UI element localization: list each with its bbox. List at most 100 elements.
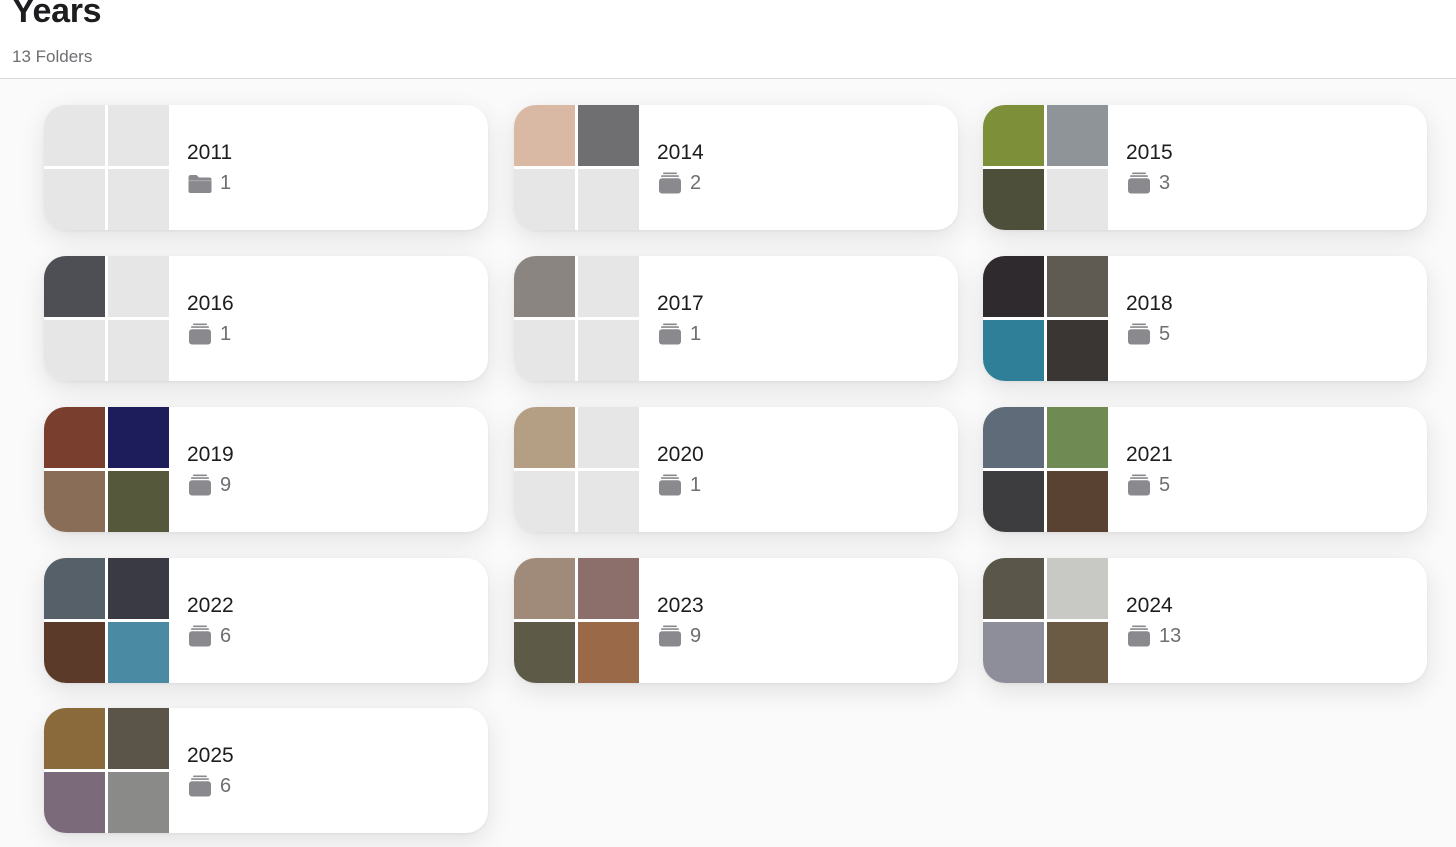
stack-icon [189, 323, 211, 345]
photo-thumbnail [983, 169, 1044, 230]
folder-card-2018[interactable]: 2018 5 [983, 256, 1427, 381]
folders-grid: 2011 1 2014 2 2015 3 2016 1 2017 1 2018 5 2019 9 2020 1… [0, 79, 1456, 847]
item-count-value: 2 [690, 171, 702, 194]
thumbnail-mosaic [514, 558, 639, 683]
folder-year-label: 2017 [657, 292, 704, 315]
photo-thumbnail [44, 558, 105, 619]
photo-thumbnail [108, 471, 169, 532]
folder-item-count: 1 [187, 171, 231, 195]
item-count-value: 5 [1159, 473, 1171, 496]
folder-year-label: 2023 [657, 594, 704, 617]
photo-thumbnail [1047, 558, 1108, 619]
photo-thumbnail [1047, 320, 1108, 381]
thumbnail-mosaic [514, 407, 639, 532]
folder-year-label: 2019 [187, 443, 234, 466]
photo-thumbnail [108, 407, 169, 468]
folder-item-count: 6 [187, 624, 231, 648]
photo-thumbnail [44, 407, 105, 468]
folder-item-count: 1 [657, 473, 701, 497]
folder-item-count: 5 [1126, 473, 1170, 497]
stack-icon [1128, 323, 1150, 345]
folder-card-2024[interactable]: 2024 13 [983, 558, 1427, 683]
item-count-value: 1 [690, 473, 702, 496]
photo-thumbnail [514, 256, 575, 317]
photo-thumbnail [983, 622, 1044, 683]
item-count-value: 3 [1159, 171, 1171, 194]
item-count-value: 5 [1159, 322, 1171, 345]
thumbnail-mosaic [983, 558, 1108, 683]
thumbnail-mosaic [983, 407, 1108, 532]
folder-item-count: 2 [657, 171, 701, 195]
photo-thumbnail [983, 407, 1044, 468]
folder-card-2025[interactable]: 2025 6 [44, 708, 488, 833]
folder-card-2011[interactable]: 2011 1 [44, 105, 488, 230]
stack-icon [189, 625, 211, 647]
item-count-value: 1 [220, 322, 232, 345]
folder-card-2023[interactable]: 2023 9 [514, 558, 958, 683]
thumbnail-mosaic [514, 105, 639, 230]
folder-item-count: 1 [657, 322, 701, 346]
empty-thumbnail-slot [44, 105, 105, 166]
folder-card-2019[interactable]: 2019 9 [44, 407, 488, 532]
item-count-value: 9 [220, 473, 232, 496]
photo-thumbnail [1047, 471, 1108, 532]
photo-thumbnail [514, 407, 575, 468]
photo-thumbnail [514, 105, 575, 166]
folder-card-2017[interactable]: 2017 1 [514, 256, 958, 381]
thumbnail-mosaic [44, 105, 169, 230]
empty-thumbnail-slot [44, 169, 105, 230]
item-count-value: 1 [220, 171, 232, 194]
thumbnail-mosaic [44, 558, 169, 683]
stack-icon [189, 474, 211, 496]
photo-thumbnail [44, 708, 105, 769]
photo-thumbnail [108, 622, 169, 683]
folder-icon [188, 175, 212, 193]
folder-year-label: 2024 [1126, 594, 1173, 617]
photo-thumbnail [44, 622, 105, 683]
folder-card-2016[interactable]: 2016 1 [44, 256, 488, 381]
empty-thumbnail-slot [514, 169, 575, 230]
folder-card-2021[interactable]: 2021 5 [983, 407, 1427, 532]
empty-thumbnail-slot [108, 256, 169, 317]
stack-icon [1128, 172, 1150, 194]
empty-thumbnail-slot [578, 407, 639, 468]
folder-year-label: 2018 [1126, 292, 1173, 315]
header: Years 13 Folders [0, 0, 1456, 79]
stack-icon [659, 625, 681, 647]
folder-item-count: 9 [657, 624, 701, 648]
folder-year-label: 2011 [187, 141, 233, 164]
photo-thumbnail [514, 622, 575, 683]
photo-thumbnail [983, 105, 1044, 166]
thumbnail-mosaic [44, 256, 169, 381]
empty-thumbnail-slot [108, 320, 169, 381]
folder-card-2015[interactable]: 2015 3 [983, 105, 1427, 230]
photo-thumbnail [578, 105, 639, 166]
folder-card-2022[interactable]: 2022 6 [44, 558, 488, 683]
folder-year-label: 2015 [1126, 141, 1173, 164]
folder-year-label: 2014 [657, 141, 704, 164]
photo-thumbnail [44, 471, 105, 532]
empty-thumbnail-slot [108, 105, 169, 166]
photo-thumbnail [44, 256, 105, 317]
empty-thumbnail-slot [44, 320, 105, 381]
photo-thumbnail [983, 471, 1044, 532]
photo-thumbnail [1047, 256, 1108, 317]
folder-card-2014[interactable]: 2014 2 [514, 105, 958, 230]
empty-thumbnail-slot [108, 169, 169, 230]
folder-year-label: 2021 [1126, 443, 1173, 466]
photo-thumbnail [44, 772, 105, 833]
page-title: Years [12, 0, 102, 30]
photo-thumbnail [514, 558, 575, 619]
photo-thumbnail [1047, 105, 1108, 166]
stack-icon [659, 172, 681, 194]
folder-item-count: 3 [1126, 171, 1170, 195]
item-count-value: 9 [690, 624, 702, 647]
empty-thumbnail-slot [514, 471, 575, 532]
thumbnail-mosaic [44, 407, 169, 532]
item-count-value: 1 [690, 322, 702, 345]
empty-thumbnail-slot [578, 256, 639, 317]
stack-icon [1128, 625, 1150, 647]
thumbnail-mosaic [514, 256, 639, 381]
folder-item-count: 9 [187, 473, 231, 497]
folder-card-2020[interactable]: 2020 1 [514, 407, 958, 532]
